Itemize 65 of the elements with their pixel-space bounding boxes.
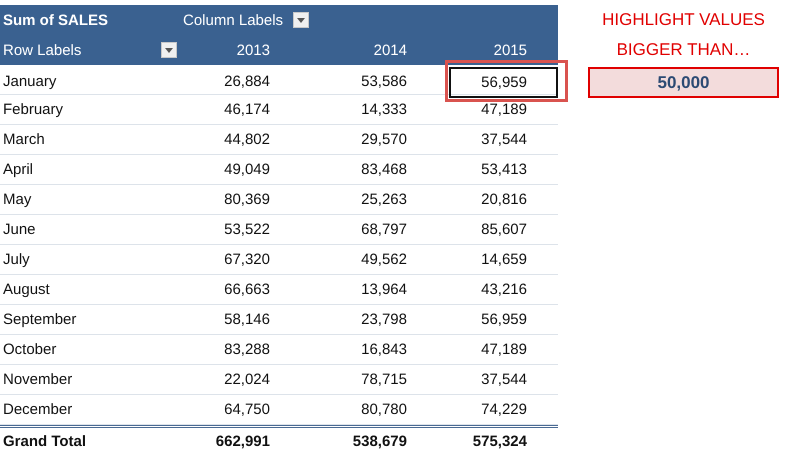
table-cell-text: 66,663	[223, 281, 271, 298]
table-cell-text: 14,659	[480, 251, 528, 268]
row-label: February	[2, 101, 64, 118]
table-cell-text: 53,413	[480, 161, 528, 178]
value-field-label: Sum of SALES	[2, 12, 110, 28]
grand-total-cell-text: 575,324	[472, 433, 528, 450]
caret-icon	[297, 18, 306, 22]
table-cell-text: 53,586	[360, 73, 408, 90]
row-label: October	[2, 341, 58, 358]
grand-total-cell-text: 662,991	[214, 433, 271, 450]
table-cell-text: 47,189	[480, 101, 528, 118]
table-cell-text: 22,024	[223, 371, 271, 388]
table-cell-text: 37,544	[480, 371, 528, 388]
table-cell-text: 80,780	[360, 401, 408, 418]
table-cell-text: 78,715	[360, 371, 408, 388]
table-cell-text: 68,797	[360, 221, 408, 238]
table-cell-text: 74,229	[480, 401, 528, 418]
row-label: March	[2, 131, 46, 148]
instruction-text: BIGGER THAN…	[616, 39, 750, 61]
year-header: 2014	[372, 42, 408, 58]
caret-icon	[165, 48, 173, 52]
table-cell-text: 43,216	[480, 281, 528, 298]
row-label: July	[2, 251, 31, 268]
table-cell-text: 23,798	[360, 311, 408, 328]
table-cell-text: 46,174	[223, 101, 271, 118]
column-labels-header: Column Labels	[182, 12, 284, 28]
table-cell-text: 53,522	[223, 221, 271, 238]
table-cell-text: 20,816	[480, 191, 528, 208]
table-cell-text: 16,843	[360, 341, 408, 358]
grand-total-cell-text: 538,679	[352, 433, 408, 450]
dropdown-button[interactable]	[161, 42, 177, 58]
instruction-text: HIGHLIGHT VALUES	[602, 9, 765, 31]
row-label: January	[2, 73, 58, 90]
year-header: 2013	[236, 42, 271, 58]
table-cell-text: 83,288	[223, 341, 271, 358]
table-cell-text: 64,750	[223, 401, 271, 418]
row-label: November	[2, 371, 74, 388]
table-cell-text: 67,320	[223, 251, 271, 268]
table-cell-text: 25,263	[360, 191, 408, 208]
table-cell-text: 80,369	[223, 191, 271, 208]
row-labels-header: Row Labels	[2, 42, 82, 58]
table-cell-text: 44,802	[223, 131, 271, 148]
table-cell-text: 37,544	[480, 131, 528, 148]
table-cell-text: 13,964	[360, 281, 408, 298]
table-cell-text: 58,146	[223, 311, 271, 328]
table-cell-text: 29,570	[360, 131, 408, 148]
row-label: June	[2, 221, 37, 238]
row-label: August	[2, 281, 51, 298]
dropdown-button[interactable]	[293, 12, 310, 28]
selected-cell[interactable]: 56,959	[449, 67, 558, 98]
table-cell-text: 56,959	[480, 311, 528, 328]
row-label: April	[2, 161, 34, 178]
grand-total-label: Grand Total	[2, 433, 88, 450]
threshold-field[interactable]: 50,000	[588, 67, 779, 98]
row-label: December	[2, 401, 74, 418]
table-cell-text: 47,189	[480, 341, 528, 358]
table-cell-text: 26,884	[223, 73, 271, 90]
table-cell-text: 49,049	[223, 161, 271, 178]
table-cell-text: 83,468	[360, 161, 408, 178]
row-label: May	[2, 191, 32, 208]
table-cell-text: 85,607	[480, 221, 528, 238]
table-cell-text: 14,333	[360, 101, 408, 118]
year-header: 2015	[492, 42, 528, 58]
table-cell-text: 49,562	[360, 251, 408, 268]
row-label: September	[2, 311, 78, 328]
